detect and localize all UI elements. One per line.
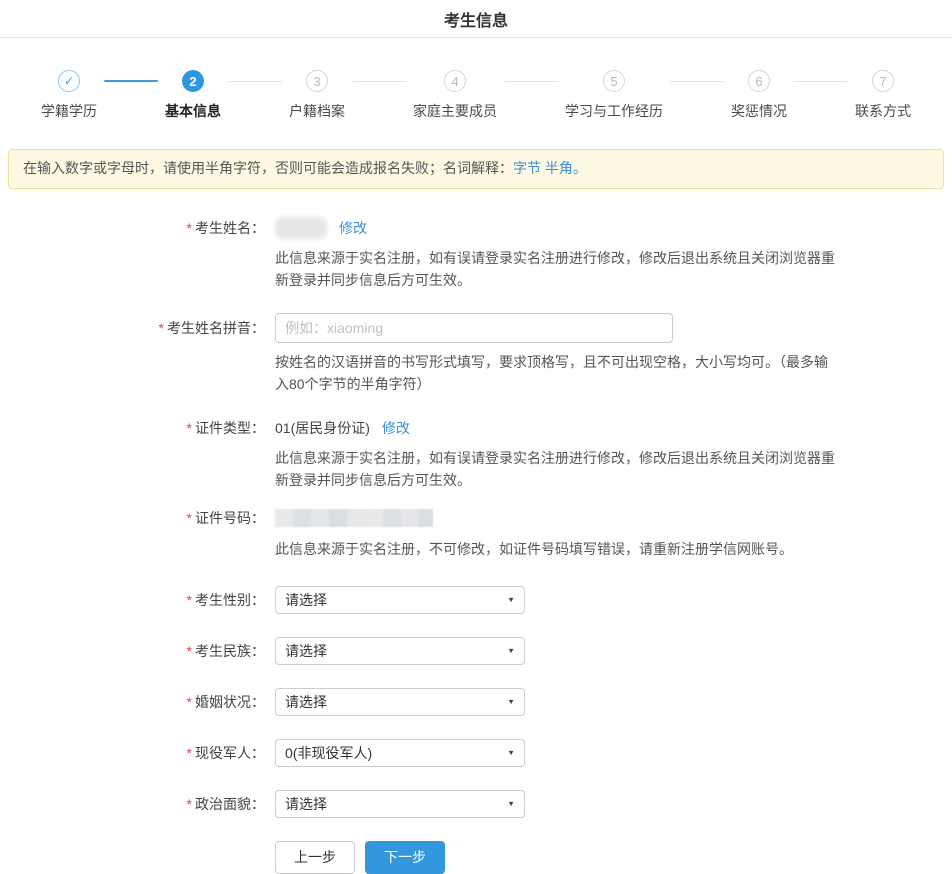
name-help-text: 此信息来源于实名注册，如有误请登录实名注册进行修改，修改后退出系统且关闭浏览器重… (275, 247, 840, 291)
field-label: 考生姓名拼音： (167, 320, 265, 336)
field-label: 现役军人： (195, 745, 265, 761)
selected-value: 请选择 (285, 590, 327, 610)
modify-id-type-link[interactable]: 修改 (382, 417, 410, 439)
field-ethnicity: *考生民族： 请选择 ▼ (0, 637, 952, 665)
id-type-value: 01(居民身份证) (275, 417, 370, 439)
step-label: 学籍学历 (41, 101, 97, 121)
step-study-work: 5 学习与工作经历 (565, 70, 663, 121)
required-mark: * (187, 643, 192, 659)
military-status-select[interactable]: 0(非现役军人) ▼ (275, 739, 525, 767)
required-mark: * (187, 420, 192, 436)
redacted-name-value (275, 217, 327, 239)
notice-bar: 在输入数字或字母时，请使用半角字符，否则可能会造成报名失败；名词解释：字节 半角… (8, 149, 944, 189)
required-mark: * (187, 694, 192, 710)
selected-value: 0(非现役军人) (285, 743, 372, 763)
field-id-type: *证件类型： 01(居民身份证) 修改 此信息来源于实名注册，如有误请登录实名注… (0, 417, 952, 491)
gender-select[interactable]: 请选择 ▼ (275, 586, 525, 614)
selected-value: 请选择 (285, 794, 327, 814)
step-connector (104, 80, 158, 82)
previous-step-button[interactable]: 上一步 (275, 841, 355, 874)
step-number: 6 (748, 70, 770, 92)
required-mark: * (159, 320, 164, 336)
step-label: 学习与工作经历 (565, 101, 663, 121)
chevron-down-icon: ▼ (507, 698, 515, 706)
field-gender: *考生性别： 请选择 ▼ (0, 586, 952, 614)
candidate-info-form: *考生姓名： 修改 此信息来源于实名注册，如有误请登录实名注册进行修改，修改后退… (0, 217, 952, 874)
field-political-status: *政治面貌： 请选择 ▼ (0, 790, 952, 818)
form-actions: 上一步 下一步 (275, 841, 952, 874)
step-label: 户籍档案 (289, 101, 345, 121)
field-military-status: *现役军人： 0(非现役军人) ▼ (0, 739, 952, 767)
step-contact: 7 联系方式 (855, 70, 911, 121)
redacted-id-number-value (275, 509, 433, 527)
step-label: 基本信息 (165, 101, 221, 121)
step-rewards: 6 奖惩情况 (731, 70, 787, 121)
check-icon: ✓ (58, 70, 80, 92)
step-connector (670, 81, 724, 82)
notice-text: 在输入数字或字母时，请使用半角字符，否则可能会造成报名失败；名词解释： (23, 160, 513, 176)
step-number: 4 (444, 70, 466, 92)
pinyin-input[interactable] (275, 313, 673, 343)
field-candidate-name: *考生姓名： 修改 此信息来源于实名注册，如有误请登录实名注册进行修改，修改后退… (0, 217, 952, 291)
link-halfwidth-glossary[interactable]: 半角 (545, 160, 573, 176)
field-label: 考生性别： (195, 592, 265, 608)
required-mark: * (187, 220, 192, 236)
field-marital-status: *婚姻状况： 请选择 ▼ (0, 688, 952, 716)
ethnicity-select[interactable]: 请选择 ▼ (275, 637, 525, 665)
political-status-select[interactable]: 请选择 ▼ (275, 790, 525, 818)
stepper: ✓ 学籍学历 2 基本信息 3 户籍档案 4 家庭主要成员 5 学习与工作经历 … (0, 38, 952, 135)
required-mark: * (187, 796, 192, 812)
next-step-button[interactable]: 下一步 (365, 841, 445, 874)
step-connector (352, 81, 406, 82)
field-id-number: *证件号码： 此信息来源于实名注册，不可修改，如证件号码填写错误，请重新注册学信… (0, 507, 952, 560)
step-connector (504, 81, 558, 82)
step-number: 5 (603, 70, 625, 92)
chevron-down-icon: ▼ (507, 749, 515, 757)
link-byte-glossary[interactable]: 字节 (513, 160, 541, 176)
chevron-down-icon: ▼ (507, 596, 515, 604)
step-label: 联系方式 (855, 101, 911, 121)
step-label: 奖惩情况 (731, 101, 787, 121)
required-mark: * (187, 510, 192, 526)
field-label: 证件类型： (195, 420, 265, 436)
field-label: 考生民族： (195, 643, 265, 659)
page-header: 考生信息 (0, 0, 952, 38)
selected-value: 请选择 (285, 641, 327, 661)
id-number-help-text: 此信息来源于实名注册，不可修改，如证件号码填写错误，请重新注册学信网账号。 (275, 538, 793, 560)
marital-status-select[interactable]: 请选择 ▼ (275, 688, 525, 716)
field-label: 考生姓名： (195, 220, 265, 236)
required-mark: * (187, 745, 192, 761)
required-mark: * (187, 592, 192, 608)
step-connector (228, 81, 282, 82)
step-basic-info[interactable]: 2 基本信息 (165, 70, 221, 121)
field-label: 婚姻状况： (195, 694, 265, 710)
notice-suffix: 。 (573, 160, 587, 176)
chevron-down-icon: ▼ (507, 800, 515, 808)
step-number: 2 (182, 70, 204, 92)
step-family-members: 4 家庭主要成员 (413, 70, 497, 121)
id-type-help-text: 此信息来源于实名注册，如有误请登录实名注册进行修改，修改后退出系统且关闭浏览器重… (275, 447, 840, 491)
selected-value: 请选择 (285, 692, 327, 712)
step-connector (794, 81, 848, 82)
chevron-down-icon: ▼ (507, 647, 515, 655)
field-name-pinyin: *考生姓名拼音： 按姓名的汉语拼音的书写形式填写，要求顶格写，且不可出现空格，大… (0, 313, 952, 395)
modify-name-link[interactable]: 修改 (339, 217, 367, 239)
step-xueji-xueli[interactable]: ✓ 学籍学历 (41, 70, 97, 121)
page-title: 考生信息 (444, 7, 508, 31)
step-number: 7 (872, 70, 894, 92)
pinyin-help-text: 按姓名的汉语拼音的书写形式填写，要求顶格写，且不可出现空格，大小写均可。（最多输… (275, 351, 840, 395)
step-huji-dangan: 3 户籍档案 (289, 70, 345, 121)
field-label: 政治面貌： (195, 796, 265, 812)
step-number: 3 (306, 70, 328, 92)
field-label: 证件号码： (195, 510, 265, 526)
step-label: 家庭主要成员 (413, 101, 497, 121)
